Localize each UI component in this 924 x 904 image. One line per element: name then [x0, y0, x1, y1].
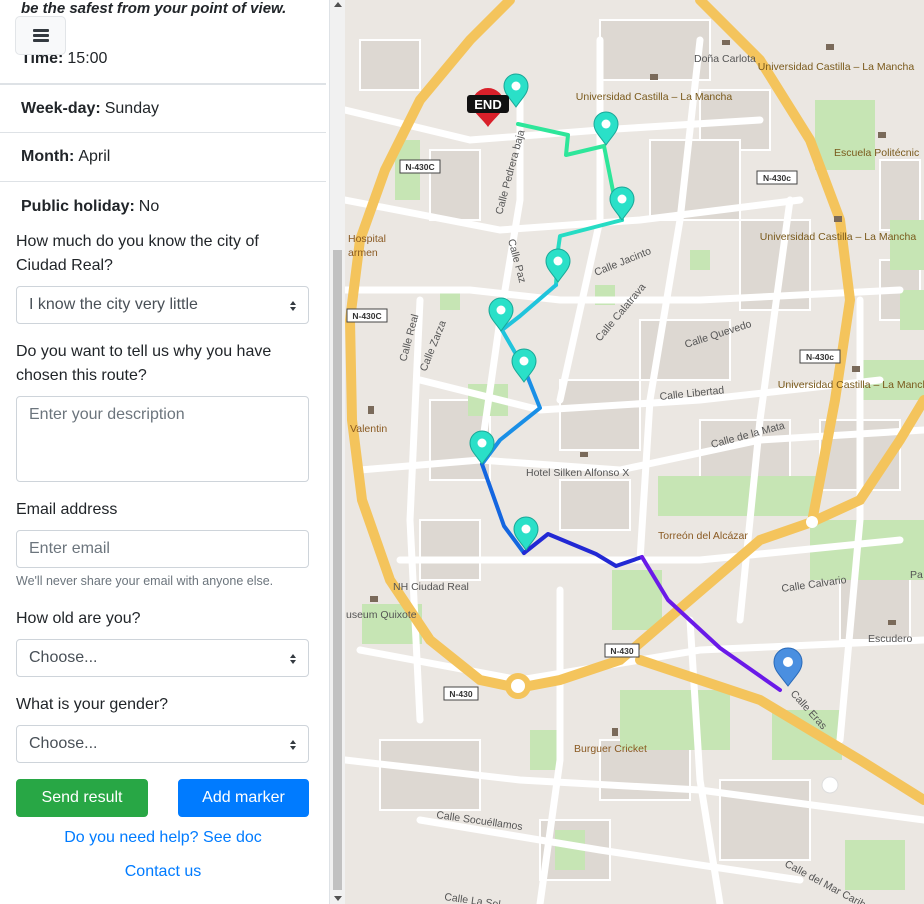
holiday-label: Public holiday:: [21, 197, 135, 215]
hamburger-icon: [32, 27, 49, 44]
knowledge-select-value: I know the city very little: [29, 296, 198, 313]
info-holiday: Public holiday: No: [0, 182, 326, 231]
road-label: N-430c: [806, 352, 834, 362]
place-label: Burguer Cricket: [574, 743, 647, 755]
scroll-up-icon[interactable]: [334, 2, 342, 7]
scroll-down-icon[interactable]: [334, 896, 342, 901]
place-label: Universidad Castilla – La Mancha: [758, 61, 915, 73]
month-label: Month:: [21, 148, 75, 165]
gender-select[interactable]: Choose...: [16, 725, 309, 763]
knowledge-select[interactable]: I know the city very little: [16, 286, 309, 324]
university-icon: [826, 44, 834, 50]
place-label: NH Ciudad Real: [393, 581, 469, 593]
university-icon: [834, 216, 842, 222]
place-label: Universidad Castilla – La Mancha: [576, 91, 733, 103]
select-arrows-icon: [290, 301, 296, 311]
hotel-icon: [722, 40, 730, 45]
email-help-text: We'll never share your email with anyone…: [16, 574, 274, 588]
gender-label: What is your gender?: [16, 696, 169, 713]
send-result-button[interactable]: Send result: [16, 779, 148, 817]
place-label: Escuela Politécnic: [834, 147, 919, 159]
university-icon: [852, 366, 860, 372]
road-label: N-430C: [405, 162, 434, 172]
restaurant-icon: [612, 728, 618, 736]
sidebar-scrollbar[interactable]: [330, 0, 345, 904]
scrollbar-thumb[interactable]: [333, 250, 342, 890]
holiday-value: No: [138, 197, 160, 215]
road-label: N-430: [610, 646, 633, 656]
place-label: Torreón del Alcázar: [658, 530, 748, 542]
info-weekday: Week-day: Sunday: [0, 84, 326, 133]
sidebar: be the safest from your point of view. T…: [0, 0, 330, 904]
info-month: Month: April: [0, 133, 326, 182]
email-label: Email address: [16, 501, 118, 518]
age-select-value: Choose...: [29, 649, 98, 666]
help-doc-link[interactable]: Do you need help? See doc: [0, 829, 326, 847]
place-label: useum Quixote: [346, 609, 417, 621]
road-label: N-430C: [352, 311, 381, 321]
place-label: Pa: [910, 569, 923, 581]
reason-textarea[interactable]: Enter your description: [16, 396, 309, 482]
place-label: Hotel Silken Alfonso X: [526, 467, 629, 479]
knowledge-label: How much do you know the city of Ciudad …: [16, 233, 259, 274]
hotel-icon: [888, 620, 896, 625]
end-marker-label: END: [474, 97, 501, 112]
place-label: Valentin: [350, 423, 387, 435]
place-label: armen: [348, 247, 378, 259]
university-icon: [878, 132, 886, 138]
add-marker-button[interactable]: Add marker: [178, 779, 309, 817]
street-label: Doña Carlota: [694, 53, 756, 65]
email-input[interactable]: Enter email: [16, 530, 309, 568]
weekday-label: Week-day:: [21, 99, 101, 117]
museum-icon: [370, 596, 378, 602]
restaurant-icon: [368, 406, 374, 414]
select-arrows-icon: [290, 654, 296, 664]
place-label: Escudero: [868, 633, 913, 645]
menu-toggle-button[interactable]: [15, 16, 66, 55]
weekday-value: Sunday: [104, 99, 159, 117]
contact-link[interactable]: Contact us: [0, 863, 326, 881]
reason-placeholder: Enter your description: [29, 406, 185, 423]
age-label: How old are you?: [16, 610, 141, 627]
place-label: Hospital: [348, 233, 386, 245]
place-label: Universidad Castilla – La Mancha: [778, 379, 924, 391]
month-value: April: [78, 148, 111, 165]
email-placeholder: Enter email: [29, 540, 110, 557]
road-label: N-430: [449, 689, 472, 699]
gender-select-value: Choose...: [29, 735, 98, 752]
age-select[interactable]: Choose...: [16, 639, 309, 677]
hotel-icon: [580, 452, 588, 457]
select-arrows-icon: [290, 740, 296, 750]
reason-label: Do you want to tell us why you have chos…: [16, 343, 272, 384]
university-icon: [650, 74, 658, 80]
map[interactable]: N-430C N-430C N-430c N-430c N-430 N-430 …: [345, 0, 924, 904]
map-canvas[interactable]: N-430C N-430C N-430c N-430c N-430 N-430 …: [345, 0, 924, 904]
place-label: Universidad Castilla – La Mancha: [760, 231, 917, 243]
road-label: N-430c: [763, 173, 791, 183]
time-value: 15:00: [67, 50, 108, 67]
